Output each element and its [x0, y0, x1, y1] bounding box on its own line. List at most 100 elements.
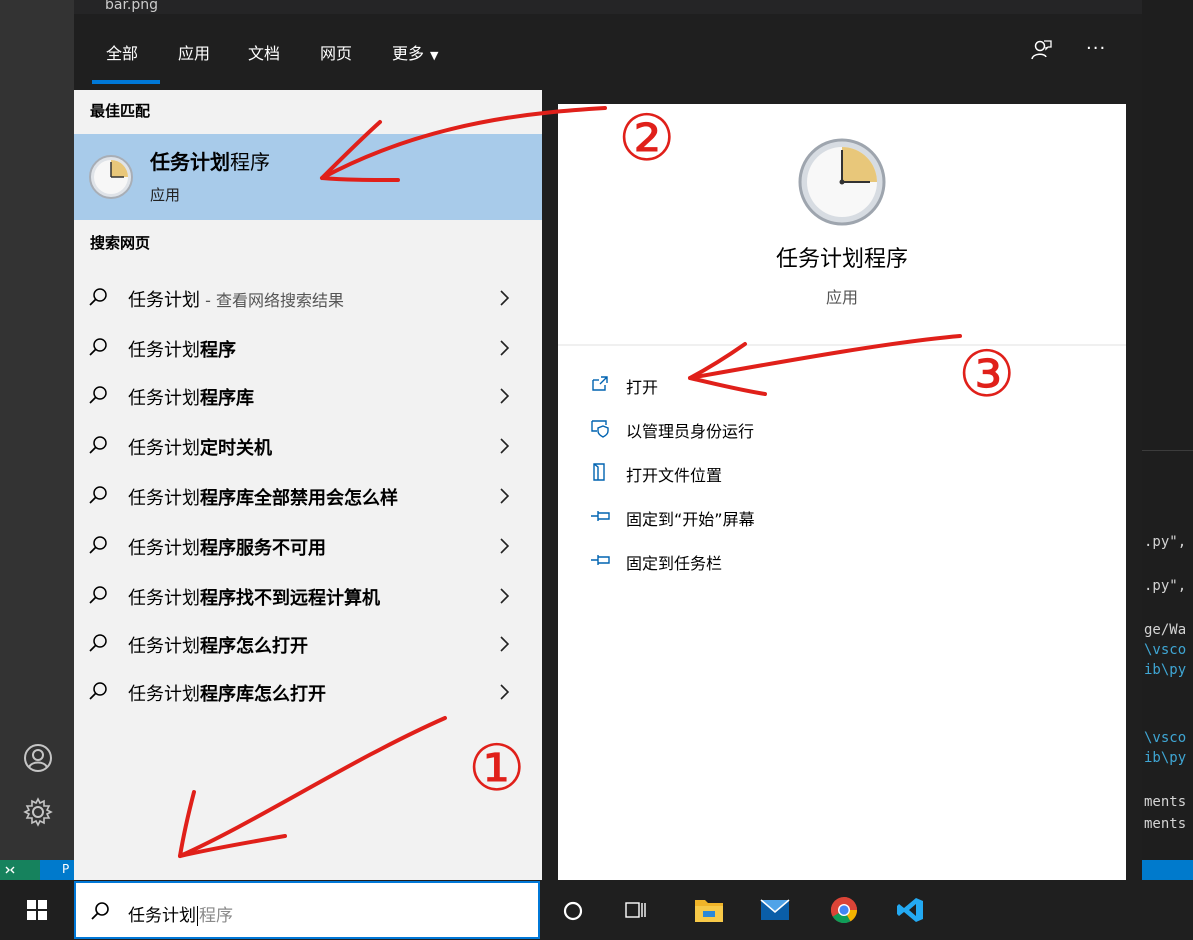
file-explorer-icon[interactable]	[694, 896, 724, 924]
web-search-result[interactable]: 任务计划 - 查看网络搜索结果	[74, 276, 542, 320]
remote-indicator[interactable]	[0, 860, 40, 880]
web-search-result[interactable]: 任务计划程序	[74, 326, 542, 370]
clock-icon	[798, 138, 886, 226]
more-options-icon[interactable]: ···	[1086, 38, 1106, 59]
web-search-result[interactable]: 任务计划程序怎么打开	[74, 622, 542, 666]
web-result-prefix: 任务计划	[128, 388, 200, 409]
search-input[interactable]: 任务计划 程序	[128, 901, 233, 926]
search-header: 全部 应用 文档 网页 更多 ▼ ···	[74, 14, 1142, 90]
web-search-result[interactable]: 任务计划程序库全部禁用会怎么样	[74, 474, 542, 518]
search-icon	[89, 288, 107, 306]
tab-apps[interactable]: 应用	[178, 40, 210, 64]
tab-documents[interactable]: 文档	[248, 40, 280, 64]
search-icon	[89, 486, 107, 504]
web-search-result[interactable]: 任务计划定时关机	[74, 424, 542, 468]
web-result-text: 任务计划程序找不到远程计算机	[128, 584, 380, 610]
caret-down-icon: ▼	[430, 49, 439, 62]
search-icon	[89, 338, 107, 356]
task-view-icon[interactable]	[624, 899, 648, 921]
web-result-text: 任务计划 - 查看网络搜索结果	[128, 286, 344, 312]
chevron-right-icon	[500, 636, 510, 652]
code-line: ments	[1144, 794, 1187, 810]
chrome-icon[interactable]	[830, 896, 858, 924]
action-run-as-admin[interactable]: 以管理员身份运行	[590, 414, 890, 444]
cortana-icon[interactable]	[562, 900, 584, 922]
pin-icon	[591, 555, 610, 565]
action-open[interactable]: 打开	[590, 370, 890, 400]
web-result-prefix: 任务计划	[128, 290, 200, 311]
chevron-right-icon	[500, 684, 510, 700]
open-icon	[592, 376, 608, 391]
web-result-text: 任务计划程序服务不可用	[128, 534, 326, 560]
action-pin-to-start-label: 固定到“开始”屏幕	[626, 510, 755, 529]
web-result-bold: 程序	[200, 340, 236, 361]
editor-tab-strip	[0, 0, 1193, 14]
web-search-result[interactable]: 任务计划程序库	[74, 374, 542, 418]
code-line: ib\py	[1144, 662, 1187, 678]
search-icon	[89, 536, 107, 554]
chevron-right-icon	[500, 388, 510, 404]
code-line: ib\py	[1144, 750, 1187, 766]
web-result-prefix: 任务计划	[128, 438, 200, 459]
clock-icon	[89, 155, 133, 199]
tab-web[interactable]: 网页	[320, 40, 352, 64]
taskbar-search-box[interactable]: 任务计划 程序	[74, 881, 540, 939]
account-icon[interactable]	[22, 742, 54, 774]
chevron-right-icon	[500, 588, 510, 604]
web-result-prefix: 任务计划	[128, 684, 200, 705]
editor-file-name[interactable]: bar.png	[105, 0, 158, 13]
web-search-result[interactable]: 任务计划程序库怎么打开	[74, 670, 542, 714]
web-result-prefix: 任务计划	[128, 488, 200, 509]
gear-icon[interactable]	[22, 796, 54, 828]
action-pin-to-start[interactable]: 固定到“开始”屏幕	[590, 502, 890, 532]
best-match-heading: 最佳匹配	[90, 102, 151, 120]
action-open-file-location[interactable]: 打开文件位置	[590, 458, 890, 488]
web-result-bold: 程序怎么打开	[200, 636, 308, 657]
search-icon	[91, 902, 109, 920]
action-pin-to-taskbar[interactable]: 固定到任务栏	[590, 546, 890, 576]
action-open-file-location-label: 打开文件位置	[626, 466, 723, 485]
chevron-right-icon	[500, 290, 510, 306]
chevron-right-icon	[500, 538, 510, 554]
tab-more[interactable]: 更多 ▼	[392, 40, 438, 64]
action-pin-to-taskbar-label: 固定到任务栏	[626, 554, 723, 573]
web-result-text: 任务计划程序	[128, 336, 236, 362]
tab-all[interactable]: 全部	[106, 40, 138, 64]
detail-divider	[558, 344, 1126, 346]
feedback-icon[interactable]	[1030, 38, 1054, 62]
run-as-admin-icon	[591, 420, 609, 438]
code-line: .py",	[1144, 534, 1187, 550]
activity-bar	[0, 0, 74, 860]
search-icon	[89, 634, 107, 652]
web-search-result[interactable]: 任务计划程序找不到远程计算机	[74, 574, 542, 618]
web-result-prefix: 任务计划	[128, 340, 200, 361]
web-result-text: 任务计划定时关机	[128, 434, 272, 460]
text-cursor	[197, 906, 198, 926]
active-tab-indicator	[92, 80, 160, 84]
detail-pane: 任务计划程序 应用 打开 以管理员身份运行 打开文件位置 固定到“开始”屏幕 固…	[558, 104, 1126, 880]
vscode-icon[interactable]	[896, 896, 924, 924]
mail-icon[interactable]	[760, 897, 790, 923]
search-icon	[89, 682, 107, 700]
search-icon	[89, 436, 107, 454]
panel-divider	[1142, 450, 1193, 451]
search-flyout: 全部 应用 文档 网页 更多 ▼ ··· 最佳匹配 任务计划程序 应用 搜索网页 …	[74, 14, 1142, 880]
search-suggestion-text: 程序	[199, 906, 233, 926]
taskbar: 任务计划 程序	[0, 880, 1193, 940]
web-search-result[interactable]: 任务计划程序服务不可用	[74, 524, 542, 568]
web-result-bold: 定时关机	[200, 438, 272, 459]
tab-more-label: 更多	[392, 44, 425, 63]
code-line: \vsco	[1144, 642, 1187, 658]
search-icon	[89, 586, 107, 604]
best-match-title-bold: 任务计划	[150, 150, 230, 174]
web-result-bold: 程序找不到远程计算机	[200, 588, 380, 609]
web-result-text: 任务计划程序怎么打开	[128, 632, 308, 658]
web-result-text: 任务计划程序库全部禁用会怎么样	[128, 484, 398, 510]
status-text: P	[62, 862, 70, 876]
code-line: .py",	[1144, 578, 1187, 594]
chevron-right-icon	[500, 340, 510, 356]
web-search-heading: 搜索网页	[90, 234, 151, 252]
best-match-item[interactable]: 任务计划程序 应用	[74, 134, 542, 220]
pin-icon	[591, 511, 610, 521]
windows-start-icon[interactable]	[27, 900, 47, 920]
